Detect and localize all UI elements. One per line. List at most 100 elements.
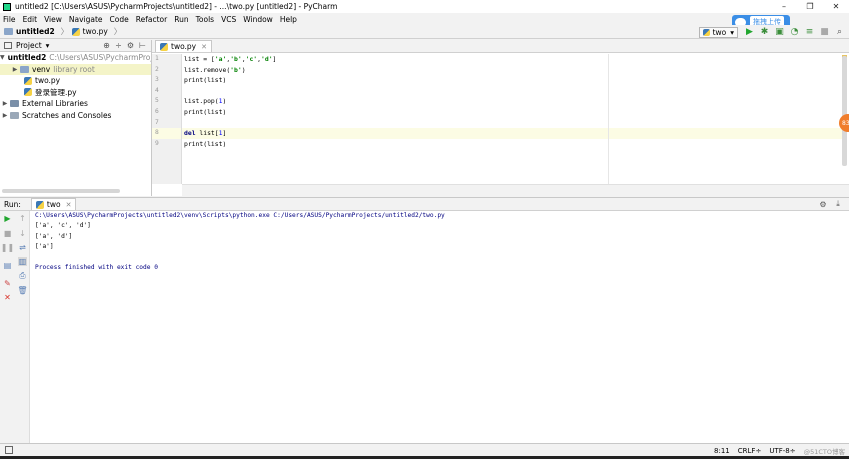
- scroll-to-end-icon[interactable]: ▥: [18, 257, 27, 266]
- tree-item-scratches[interactable]: ▶ Scratches and Consoles: [0, 110, 151, 122]
- code-line[interactable]: list.remove('b'): [182, 65, 842, 76]
- print-icon[interactable]: ⎙: [18, 271, 27, 280]
- close-button[interactable]: ✕: [823, 0, 849, 13]
- stop-icon[interactable]: ■: [819, 27, 830, 38]
- project-icon: [4, 42, 12, 49]
- close-run-icon[interactable]: ✕: [3, 293, 12, 302]
- menu-window[interactable]: Window: [243, 15, 273, 24]
- restore-layout-icon[interactable]: ▤: [3, 261, 12, 270]
- tree-item-venv[interactable]: ▶ venv library root: [0, 63, 151, 75]
- run-panel-label: Run:: [4, 199, 21, 209]
- code-line[interactable]: list.pop(1): [182, 96, 842, 107]
- breadcrumb-project[interactable]: untitled2: [4, 27, 55, 36]
- stop-icon[interactable]: ■: [3, 229, 12, 238]
- code-line[interactable]: print(list): [182, 139, 842, 150]
- pause-icon[interactable]: ❚❚: [1, 243, 14, 252]
- run-toolbar: two ▾ ▶ ✱ ▣ ◔ ≡ ■ ⌕: [698, 25, 849, 39]
- code-line[interactable]: print(list): [182, 107, 842, 118]
- pin-icon[interactable]: ✎: [3, 279, 12, 288]
- folder-icon: [20, 65, 29, 73]
- expand-arrow-icon[interactable]: ▶: [0, 100, 10, 107]
- line-number: 6: [155, 107, 159, 115]
- tool-window-toggle-icon[interactable]: [5, 446, 13, 454]
- tree-item-two-py[interactable]: two.py: [0, 75, 151, 87]
- code-line-current[interactable]: del list[1]: [182, 128, 842, 139]
- clear-icon[interactable]: 🗑: [17, 286, 27, 295]
- tab-two-py[interactable]: two.py ✕: [155, 40, 212, 52]
- run-tab-label: two: [46, 200, 61, 209]
- locate-icon[interactable]: ⊕: [102, 41, 111, 50]
- code-line[interactable]: print(list): [182, 75, 842, 86]
- tree-item-label: Scratches and Consoles: [22, 110, 112, 120]
- tree-item-external-libraries[interactable]: ▶ External Libraries: [0, 98, 151, 110]
- expand-arrow-icon[interactable]: ▶: [10, 66, 20, 73]
- concurrency-icon[interactable]: ≡: [804, 27, 815, 38]
- menu-help[interactable]: Help: [280, 15, 297, 24]
- line-number: 5: [155, 97, 159, 105]
- menu-refactor[interactable]: Refactor: [136, 15, 167, 24]
- line-number: 7: [155, 118, 159, 126]
- close-icon[interactable]: ✕: [66, 201, 72, 209]
- vertical-scrollbar[interactable]: [842, 56, 847, 166]
- breadcrumb-file[interactable]: two.py: [71, 27, 108, 36]
- expand-arrow-icon[interactable]: ▼: [0, 54, 5, 61]
- file-encoding[interactable]: UTF-8÷: [769, 447, 795, 455]
- run-config-selector[interactable]: two ▾: [698, 26, 738, 38]
- tree-item-label: venv: [32, 64, 51, 74]
- editor-horizontal-scrollbar[interactable]: [182, 184, 849, 196]
- menu-view[interactable]: View: [44, 15, 62, 24]
- horizontal-scrollbar[interactable]: [2, 189, 120, 193]
- code-line[interactable]: list = ['a','b','c','d']: [182, 54, 842, 65]
- tree-item-label: untitled2: [7, 53, 47, 63]
- editor-tabs: two.py ✕: [152, 40, 849, 53]
- menu-code[interactable]: Code: [110, 15, 129, 24]
- console-output[interactable]: C:\Users\ASUS\PycharmProjects\untitled2\…: [35, 211, 835, 441]
- chevron-down-icon[interactable]: ▾: [46, 41, 50, 50]
- line-number: 9: [155, 139, 159, 147]
- menu-tools[interactable]: Tools: [196, 15, 214, 24]
- menu-vcs[interactable]: VCS: [221, 15, 236, 24]
- python-file-icon: [160, 42, 168, 51]
- code-area[interactable]: list = ['a','b','c','d'] list.remove('b'…: [182, 54, 842, 184]
- gear-icon[interactable]: ⚙: [818, 199, 828, 209]
- menu-navigate[interactable]: Navigate: [69, 15, 103, 24]
- expand-arrow-icon[interactable]: ▶: [0, 112, 10, 119]
- line-number: 2: [155, 65, 159, 73]
- title-bar: untitled2 [C:\Users\ASUS\PycharmProjects…: [0, 0, 849, 13]
- tree-item-login-py[interactable]: 登录管理.py: [0, 87, 151, 99]
- menu-edit[interactable]: Edit: [23, 15, 38, 24]
- line-separator[interactable]: CRLF÷: [738, 447, 762, 455]
- menu-run[interactable]: Run: [174, 15, 188, 24]
- caret-position[interactable]: 8:11: [714, 447, 730, 455]
- console-line: Process finished with exit code 0: [35, 263, 158, 271]
- menu-file[interactable]: File: [3, 15, 16, 24]
- down-arrow-icon[interactable]: ↓: [18, 229, 27, 238]
- run-side-toolbar: ▶ ↑ ■ ↓ ❚❚ ⇌ ▤ ▥ ⎙ ✎ 🗑 ✕: [0, 211, 30, 444]
- watermark: @51CTO博客: [803, 448, 845, 456]
- restore-button[interactable]: ❐: [797, 0, 823, 13]
- project-panel: Project ▾ ⊕ ÷ ⚙ ⊢ ▼ untitled2 C:\Users\A…: [0, 40, 152, 196]
- minimize-button[interactable]: –: [771, 0, 797, 13]
- hide-panel-icon[interactable]: ⤓: [833, 199, 843, 209]
- python-file-icon: [24, 76, 32, 85]
- close-icon[interactable]: ✕: [201, 43, 207, 51]
- run-icon[interactable]: ▶: [744, 27, 755, 38]
- up-arrow-icon[interactable]: ↑: [18, 214, 27, 223]
- code-line[interactable]: [182, 86, 842, 97]
- collapse-icon[interactable]: ÷: [114, 41, 123, 50]
- soft-wrap-icon[interactable]: ⇌: [18, 243, 27, 252]
- coverage-icon[interactable]: ▣: [774, 27, 785, 38]
- hide-icon[interactable]: ⊢: [138, 41, 147, 50]
- right-margin-guide: [608, 54, 609, 184]
- code-line[interactable]: [182, 118, 842, 129]
- gear-icon[interactable]: ⚙: [126, 41, 135, 50]
- debug-icon[interactable]: ✱: [759, 27, 770, 38]
- run-tab-two[interactable]: two ✕: [30, 198, 77, 210]
- search-icon[interactable]: ⌕: [834, 27, 845, 38]
- project-tree: ▼ untitled2 C:\Users\ASUS\PycharmProject…: [0, 52, 151, 121]
- rerun-icon[interactable]: ▶: [3, 214, 12, 223]
- profile-icon[interactable]: ◔: [789, 27, 800, 38]
- python-file-icon: [35, 200, 44, 209]
- tree-item-untitled2[interactable]: ▼ untitled2 C:\Users\ASUS\PycharmProject…: [0, 52, 151, 64]
- project-panel-title[interactable]: Project: [16, 41, 42, 50]
